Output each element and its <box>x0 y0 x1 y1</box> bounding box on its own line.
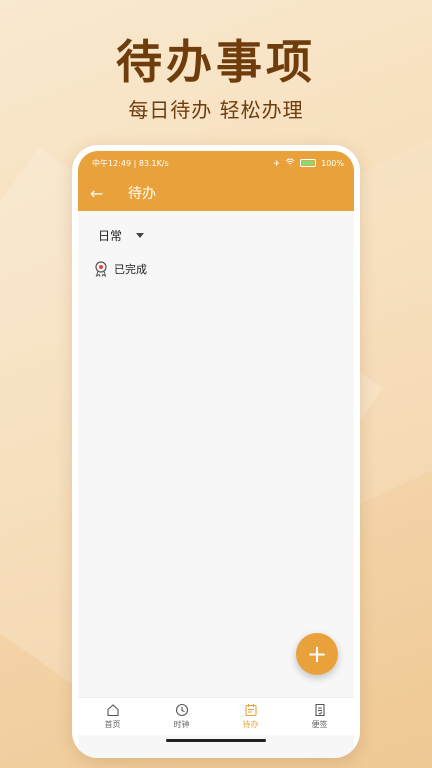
back-arrow-icon[interactable]: ← <box>90 184 116 203</box>
category-dropdown[interactable]: 日常 <box>98 227 145 244</box>
status-icons: ✈ 100% <box>273 158 344 168</box>
completed-label: 已完成 <box>114 263 147 276</box>
category-selected-value: 日常 <box>98 229 123 243</box>
todo-icon <box>244 704 257 717</box>
status-bar: 中午12:49 | 83.1K/s ✈ 100% <box>78 151 354 175</box>
completed-section[interactable]: 已完成 <box>94 261 147 277</box>
nav-label: 便签 <box>311 720 328 729</box>
home-indicator[interactable] <box>166 739 266 742</box>
nav-item-home[interactable]: 首页 <box>83 703 143 730</box>
battery-percent: 100% <box>321 158 344 168</box>
status-time: 中午12:49 | 83.1K/s <box>92 158 169 168</box>
promo-title: 待办事项 <box>116 35 316 89</box>
promo-subtitle: 每日待办 轻松办理 <box>128 98 304 122</box>
airplane-icon: ✈ <box>273 158 281 168</box>
dropdown-caret-icon <box>136 233 145 238</box>
clock-icon <box>175 703 188 717</box>
wifi-icon <box>285 158 295 168</box>
nav-label: 首页 <box>104 720 121 729</box>
nav-item-notes[interactable]: 便签 <box>290 703 350 730</box>
home-icon <box>106 704 119 717</box>
main-content: 日常 已完成 + <box>78 211 354 697</box>
nav-label: 待办 <box>242 720 259 729</box>
app-screen: 中午12:49 | 83.1K/s ✈ 100% ← 待办 日常 已完成 + 首… <box>78 151 354 758</box>
add-todo-button[interactable]: + <box>296 633 338 675</box>
nav-label: 时钟 <box>173 720 190 729</box>
nav-item-clock[interactable]: 时钟 <box>152 703 212 730</box>
page-title: 待办 <box>128 186 156 202</box>
phone-frame: 中午12:49 | 83.1K/s ✈ 100% ← 待办 日常 已完成 + 首… <box>72 145 360 758</box>
bottom-nav: 首页 时钟 待办 便签 <box>78 697 354 735</box>
nav-item-todo[interactable]: 待办 <box>221 703 281 730</box>
app-bar: ← 待办 <box>78 175 354 211</box>
battery-icon <box>300 159 317 167</box>
medal-icon <box>95 261 107 277</box>
note-icon <box>314 703 325 717</box>
